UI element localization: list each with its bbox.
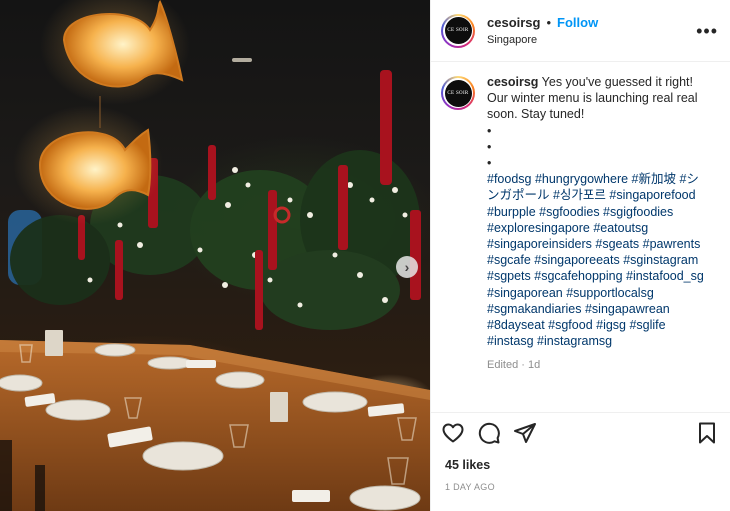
comment-icon[interactable]: [477, 421, 501, 445]
post-header: CE SOIR cesoirsg • Follow Singapore •••: [431, 0, 730, 62]
bookmark-icon[interactable]: [695, 421, 719, 445]
username-link[interactable]: cesoirsg: [487, 15, 540, 30]
follow-button[interactable]: Follow: [557, 15, 598, 30]
chevron-right-icon: ›: [404, 259, 410, 275]
caption-text-block: cesoirsg Yes you've guessed it right! Ou…: [487, 74, 709, 123]
post-sidebar: CE SOIR cesoirsg • Follow Singapore ••• …: [430, 0, 730, 511]
heart-icon[interactable]: [441, 421, 465, 445]
more-options-icon[interactable]: •••: [696, 22, 718, 40]
caption: CE SOIR cesoirsg Yes you've guessed it r…: [431, 62, 730, 392]
caption-avatar[interactable]: CE SOIR: [441, 76, 475, 110]
action-bar: [431, 412, 730, 445]
separator-dot: •: [546, 15, 552, 30]
share-icon[interactable]: [513, 421, 537, 445]
post-photo: ›: [0, 0, 430, 511]
caption-bullet: •: [487, 139, 492, 154]
like-count[interactable]: 45 likes: [445, 458, 490, 472]
caption-avatar-logo: CE SOIR: [444, 79, 472, 107]
restaurant-scene: [0, 0, 430, 511]
caption-username[interactable]: cesoirsg: [487, 75, 538, 89]
caption-bullet: •: [487, 123, 492, 138]
next-photo-button[interactable]: ›: [396, 256, 418, 278]
location-link[interactable]: Singapore: [487, 34, 696, 46]
avatar[interactable]: CE SOIR: [441, 13, 475, 48]
caption-bullet: •: [487, 156, 492, 171]
edited-timestamp: Edited · 1d: [487, 359, 541, 372]
post-date[interactable]: 1 DAY AGO: [445, 482, 495, 492]
hashtags[interactable]: #foodsg #hungrygowhere #新加坡 #シンガポール #싱가포…: [487, 171, 709, 349]
avatar-logo: CE SOIR: [444, 17, 472, 44]
